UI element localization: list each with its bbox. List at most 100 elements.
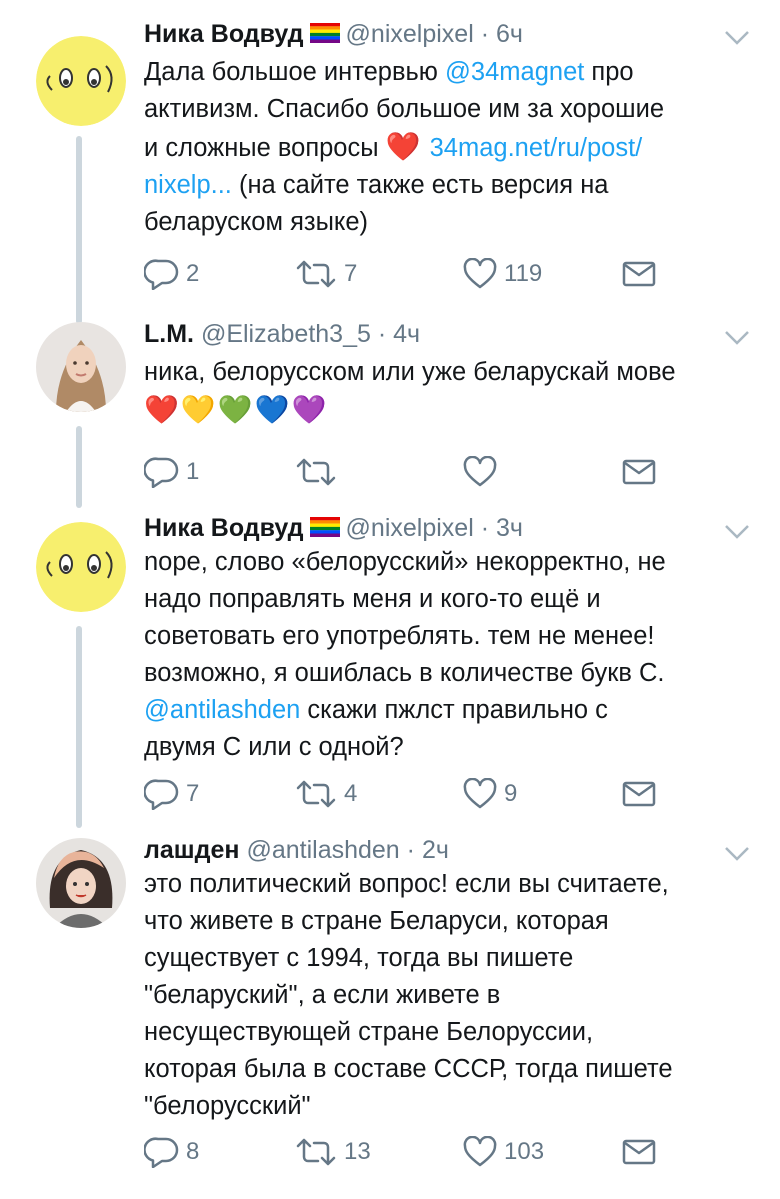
tweet-actions: 2 7 119	[144, 254, 664, 294]
user-handle[interactable]: @antilashden	[246, 836, 399, 864]
tweet[interactable]: лашден @antilashden · 2ч это политически…	[0, 830, 780, 1199]
rainbow-flag-icon	[309, 517, 340, 538]
like-button[interactable]: 119	[462, 254, 542, 294]
heart-icon	[463, 1136, 497, 1167]
envelope-icon	[622, 781, 656, 807]
retweet-button[interactable]: 4	[294, 774, 357, 814]
text-segment: скажи пжлст правильно с	[300, 696, 608, 724]
tweet-text-line: двумя С или с одной?	[144, 729, 754, 766]
text-segment: существует с 1994, тогда вы пишете	[144, 944, 574, 972]
envelope-icon	[622, 261, 656, 287]
text-segment: nope, слово «белорусский» некорректно, н…	[144, 548, 666, 576]
envelope-icon	[622, 1139, 656, 1165]
timestamp[interactable]: 3ч	[496, 514, 523, 542]
direct-message-button[interactable]	[622, 254, 656, 294]
text-segment: возможно, я ошиблась в количестве букв С…	[144, 659, 665, 687]
retweet-icon	[296, 260, 336, 288]
separator-dot: ·	[473, 20, 496, 48]
tweet-header: L.M. @Elizabeth3_5 · 4ч	[144, 314, 420, 354]
tweet-text-line: "белорусский"	[144, 1088, 754, 1125]
heart-icon	[463, 258, 497, 289]
retweet-button[interactable]	[294, 452, 344, 492]
retweet-button[interactable]: 7	[294, 254, 357, 294]
chevron-down-icon[interactable]	[724, 846, 750, 862]
display-name[interactable]: L.M.	[144, 320, 194, 348]
timestamp[interactable]: 4ч	[393, 320, 420, 348]
tweet-text-line: Дала большое интервью @34magnet про	[144, 54, 754, 91]
chevron-down-icon[interactable]	[724, 330, 750, 346]
direct-message-button[interactable]	[622, 452, 656, 492]
mention-link[interactable]: @34magnet	[445, 58, 584, 86]
retweet-count: 7	[344, 260, 358, 287]
chevron-down-icon[interactable]	[724, 524, 750, 540]
display-name[interactable]: лашден	[144, 836, 240, 864]
url-link[interactable]: nixelp...	[144, 171, 232, 199]
text-segment: "беларуский", а если живете в	[144, 981, 501, 1009]
like-count: 119	[504, 260, 543, 287]
reply-count: 2	[186, 260, 200, 287]
direct-message-button[interactable]	[622, 1132, 656, 1172]
retweet-button[interactable]: 13	[294, 1132, 371, 1172]
text-segment: Дала большое интервью	[144, 58, 446, 86]
tweet[interactable]: Ника Водвуд @nixelpixel · 6ч Дала большое…	[0, 14, 780, 324]
text-segment: активизм. Спасибо большое им за хорошие	[144, 95, 665, 123]
thread-line	[76, 426, 82, 508]
user-handle[interactable]: @Elizabeth3_5	[201, 320, 371, 348]
reply-button[interactable]: 8	[144, 1132, 199, 1172]
tweet-text-line: советовать его употреблять. тем не менее…	[144, 618, 754, 655]
text-segment: надо поправлять меня и кого-то ещё и	[144, 585, 601, 613]
reply-button[interactable]: 2	[144, 254, 199, 294]
envelope-icon	[622, 459, 656, 485]
like-button[interactable]: 103	[462, 1132, 544, 1172]
url-link[interactable]: 34mag.net/ru/post/	[430, 134, 643, 162]
tweet-text-line: которая была в составе СССР, тогда пишет…	[144, 1051, 754, 1088]
thread-line	[76, 136, 82, 324]
mention-link[interactable]: @antilashden	[144, 696, 300, 724]
reply-count: 1	[186, 458, 200, 485]
chevron-down-icon[interactable]	[724, 30, 750, 46]
tweet-text-line: что живете в стране Беларуси, которая	[144, 903, 754, 940]
tweet-text-line: беларуском языке)	[144, 204, 754, 241]
user-handle[interactable]: @nixelpixel	[346, 20, 474, 48]
tweet-header: Ника Водвуд @nixelpixel · 3ч	[144, 508, 523, 548]
heart-icon	[463, 456, 497, 487]
text-segment: ника, белорусском или уже беларускай мов…	[144, 358, 676, 386]
tweet-actions: 1	[144, 452, 664, 492]
reply-icon	[144, 779, 179, 810]
tweet[interactable]: L.M. @Elizabeth3_5 · 4ч ника, белорусско…	[0, 314, 780, 508]
retweet-icon	[296, 780, 336, 808]
reply-button[interactable]: 1	[144, 452, 199, 492]
tweet-text-line: активизм. Спасибо большое им за хорошие	[144, 91, 754, 128]
like-count: 9	[504, 780, 518, 807]
like-button[interactable]: 9	[462, 774, 517, 814]
rainbow-flag-icon	[309, 23, 340, 44]
tweet-header: лашден @antilashden · 2ч	[144, 830, 449, 870]
reply-count: 8	[186, 1138, 200, 1165]
display-name[interactable]: Ника Водвуд	[144, 20, 304, 48]
tweet-text-line: nixelp... (на сайте также есть версия на	[144, 167, 754, 204]
timestamp[interactable]: 6ч	[496, 20, 523, 48]
reply-button[interactable]: 7	[144, 774, 199, 814]
tweet-text-line: ❤️💛💚💙💜	[144, 391, 754, 430]
tweet-text-line: "беларуский", а если живете в	[144, 977, 754, 1014]
avatar[interactable]	[36, 36, 126, 126]
text-segment: которая была в составе СССР, тогда пишет…	[144, 1055, 673, 1083]
tweet-actions: 7 4 9	[144, 774, 664, 814]
user-handle[interactable]: @nixelpixel	[346, 514, 474, 542]
avatar[interactable]	[36, 522, 126, 612]
timestamp[interactable]: 2ч	[422, 836, 449, 864]
avatar[interactable]	[36, 322, 126, 412]
tweet-text-line: это политический вопрос! если вы считает…	[144, 866, 754, 903]
display-name[interactable]: Ника Водвуд	[144, 514, 304, 542]
avatar[interactable]	[36, 838, 126, 928]
tweet[interactable]: Ника Водвуд @nixelpixel · 3ч nope, слово …	[0, 508, 780, 828]
separator-dot: ·	[473, 514, 496, 542]
retweet-icon	[296, 458, 336, 486]
tweet-text-line: несуществующей стране Белоруссии,	[144, 1014, 754, 1051]
like-button[interactable]	[462, 452, 504, 492]
direct-message-button[interactable]	[622, 774, 656, 814]
tweet-text-line: ника, белорусском или уже беларускай мов…	[144, 354, 754, 391]
text-segment: "белорусский"	[144, 1092, 311, 1120]
emoji: ❤️💛💚💙💜	[144, 394, 329, 425]
reply-icon	[144, 457, 179, 488]
